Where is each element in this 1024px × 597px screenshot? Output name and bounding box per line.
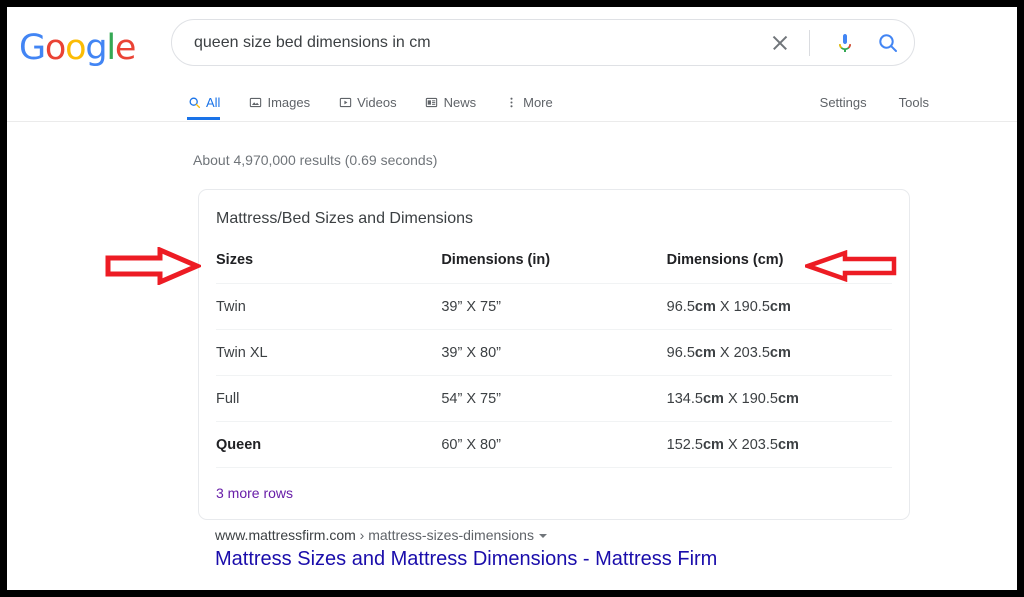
featured-snippet-card: Mattress/Bed Sizes and Dimensions Sizes … xyxy=(198,189,910,520)
screenshot-frame: Google queen size bed dimensions in cm A… xyxy=(0,0,1024,597)
logo-letter-o1: o xyxy=(44,28,66,68)
cell-size: Twin XL xyxy=(216,329,442,376)
logo-letter-g1: G xyxy=(19,28,46,68)
result-url[interactable]: www.mattressfirm.com › mattress-sizes-di… xyxy=(215,527,915,543)
logo-letter-g2: g xyxy=(85,28,107,68)
result-url-domain: www.mattressfirm.com xyxy=(215,527,356,543)
result-title[interactable]: Mattress Sizes and Mattress Dimensions -… xyxy=(215,548,915,571)
cell-cm: 134.5cm X 190.5cm xyxy=(666,375,892,422)
news-icon xyxy=(425,96,439,110)
tab-images-label: Images xyxy=(267,95,311,110)
cm-value-a: 134.5 xyxy=(666,391,703,407)
cm-value-a: 152.5 xyxy=(666,437,703,453)
dimensions-table: Sizes Dimensions (in) Dimensions (cm) Tw… xyxy=(216,236,892,468)
search-icon[interactable] xyxy=(876,31,900,55)
tab-videos[interactable]: Videos xyxy=(338,95,397,119)
cell-cm: 96.5cm X 190.5cm xyxy=(666,283,892,330)
cell-inches: 60” X 80” xyxy=(441,421,667,468)
cm-unit-a: cm xyxy=(694,299,716,315)
tab-news-label: News xyxy=(443,95,477,110)
tools-link[interactable]: Tools xyxy=(899,95,929,110)
search-result: www.mattressfirm.com › mattress-sizes-di… xyxy=(215,527,915,571)
tab-all-label: All xyxy=(206,95,221,110)
cell-size: Twin xyxy=(216,283,442,330)
active-tab-underline xyxy=(187,117,221,120)
cm-separator: X xyxy=(723,437,742,453)
cm-separator: X xyxy=(723,391,742,407)
search-icon xyxy=(187,96,201,110)
column-header-dimensions-in: Dimensions (in) xyxy=(441,236,667,284)
tab-more-label: More xyxy=(523,95,553,110)
search-header: Google queen size bed dimensions in cm A… xyxy=(7,7,1017,122)
tab-more[interactable]: More xyxy=(504,95,553,119)
cm-unit-b: cm xyxy=(769,345,791,361)
cm-unit-b: cm xyxy=(777,391,799,407)
search-tabs: All Images Videos News More xyxy=(187,95,581,120)
cm-unit-a: cm xyxy=(702,437,724,453)
search-input[interactable] xyxy=(194,20,764,65)
more-vertical-icon xyxy=(504,96,518,110)
cm-value-b: 203.5 xyxy=(741,437,778,453)
microphone-icon[interactable] xyxy=(833,31,857,55)
cm-unit-a: cm xyxy=(694,345,716,361)
cell-cm: 96.5cm X 203.5cm xyxy=(666,329,892,376)
table-row: Twin XL 39” X 80” 96.5cm X 203.5cm xyxy=(216,329,892,376)
result-stats: About 4,970,000 results (0.69 seconds) xyxy=(193,152,438,168)
google-logo[interactable]: Google xyxy=(19,28,137,68)
settings-link[interactable]: Settings xyxy=(820,95,867,110)
cm-separator: X xyxy=(715,299,734,315)
search-divider xyxy=(809,30,810,56)
table-row: Full 54” X 75” 134.5cm X 190.5cm xyxy=(216,375,892,422)
search-nav: All Images Videos News More Settings Too… xyxy=(7,95,1017,122)
chevron-down-icon[interactable] xyxy=(538,534,547,538)
header-right-links: Settings Tools xyxy=(820,95,929,110)
cm-unit-b: cm xyxy=(769,299,791,315)
cm-value-a: 96.5 xyxy=(666,299,695,315)
cm-unit-b: cm xyxy=(777,437,799,453)
close-icon[interactable] xyxy=(769,32,791,54)
table-row: Twin 39” X 75” 96.5cm X 190.5cm xyxy=(216,283,892,330)
tab-videos-label: Videos xyxy=(357,95,397,110)
logo-letter-o2: o xyxy=(65,28,86,68)
cm-value-b: 190.5 xyxy=(741,391,778,407)
result-url-path: › mattress-sizes-dimensions xyxy=(355,527,534,543)
card-title: Mattress/Bed Sizes and Dimensions xyxy=(216,210,473,227)
browser-page: Google queen size bed dimensions in cm A… xyxy=(7,7,1017,590)
tab-all[interactable]: All xyxy=(187,95,221,120)
cell-size: Queen xyxy=(216,421,442,468)
video-icon xyxy=(338,96,352,110)
logo-letter-l: l xyxy=(106,28,116,68)
table-header-row: Sizes Dimensions (in) Dimensions (cm) xyxy=(216,236,892,284)
annotation-arrow-right-pointing xyxy=(105,246,204,290)
tab-images[interactable]: Images xyxy=(248,95,310,119)
table-row: Queen 60” X 80” 152.5cm X 203.5cm xyxy=(216,421,892,468)
cell-inches: 39” X 75” xyxy=(441,283,667,330)
cell-inches: 54” X 75” xyxy=(441,375,667,422)
column-header-dimensions-cm: Dimensions (cm) xyxy=(666,236,892,284)
cell-size: Full xyxy=(216,375,442,422)
cell-inches: 39” X 80” xyxy=(441,329,667,376)
search-box[interactable] xyxy=(171,19,915,66)
cm-separator: X xyxy=(715,345,734,361)
cm-value-b: 203.5 xyxy=(733,345,770,361)
logo-letter-e: e xyxy=(114,28,137,68)
cm-value-a: 96.5 xyxy=(666,345,695,361)
cell-cm: 152.5cm X 203.5cm xyxy=(666,421,892,468)
cm-unit-a: cm xyxy=(702,391,724,407)
column-header-sizes: Sizes xyxy=(216,236,442,284)
image-icon xyxy=(248,96,262,110)
more-rows-link[interactable]: 3 more rows xyxy=(216,468,293,519)
tab-news[interactable]: News xyxy=(425,95,477,119)
cm-value-b: 190.5 xyxy=(733,299,770,315)
header-divider xyxy=(7,121,1017,122)
